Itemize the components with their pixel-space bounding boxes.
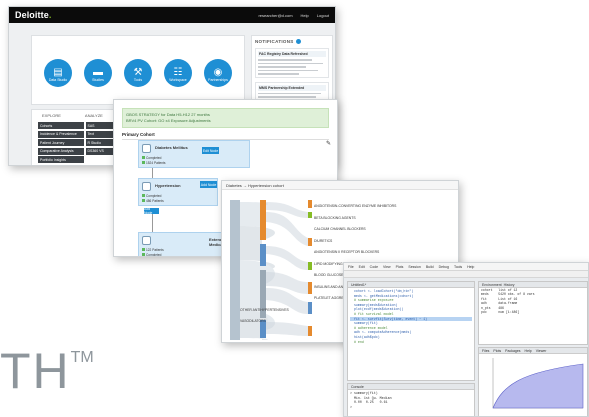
trademark-text: THTM	[0, 343, 94, 399]
ecdf-plot	[492, 358, 584, 409]
logout-link[interactable]: Logout	[317, 13, 329, 18]
tile-tools[interactable]: ⚒ Tools	[124, 58, 152, 87]
tile-workspace[interactable]: ☷ Workspace	[164, 58, 192, 87]
menu-debug[interactable]: Debug	[439, 265, 449, 269]
node-count: 1524 Patients	[142, 161, 166, 165]
tile-data-studio[interactable]: ▤ Data Studio	[44, 58, 72, 87]
sankey-header: Diabetes → Hypertension cohort	[222, 181, 458, 190]
ecdf-area	[492, 363, 584, 409]
edit-node-button[interactable]: Edit Node	[202, 147, 219, 154]
sankey-label: ANGIOTENSIN II RECEPTOR BLOCKERS	[314, 250, 380, 254]
tile-studies[interactable]: ▬ Studies	[84, 58, 112, 87]
sankey-source-node	[230, 200, 240, 340]
sankey-label: CALCIUM CHANNEL BLOCKERS	[314, 227, 366, 231]
menu-plots[interactable]: Plots	[396, 265, 404, 269]
node-icon	[142, 236, 151, 245]
menu-item[interactable]: Text	[85, 130, 116, 138]
wrench-icon: ⚒	[124, 58, 152, 87]
sankey-label: DIURETICS	[314, 238, 333, 243]
console-output[interactable]: > summary(fit) Min. 1st Qu. Median 0.00 …	[348, 390, 474, 410]
node-count: 486 Patients	[142, 199, 164, 203]
menu-session[interactable]: Session	[408, 265, 420, 269]
dashboard-topbar: Deloitte. researcher@d.com Help Logout	[9, 7, 335, 23]
menu-item[interactable]: DS360 VS	[85, 147, 116, 155]
cohort-node[interactable]: Diabetes Mellitus Completed 1524 Patient…	[138, 140, 250, 168]
menu-file[interactable]: File	[348, 265, 354, 269]
menu-view[interactable]: View	[383, 265, 391, 269]
globe-icon: ◉	[204, 58, 232, 87]
node-title: Diabetes Mellitus	[155, 145, 188, 150]
banner-line: BRV4 PV Cohort: GO x4 Exposure Adjustmen…	[126, 118, 211, 123]
source-pane: Untitled1* cohort <- loadCohort("dm_htn"…	[347, 281, 475, 381]
notifications-title: NOTIFICATIONS	[255, 39, 329, 44]
console-pane: Console > summary(fit) Min. 1st Qu. Medi…	[347, 383, 475, 416]
add-node-button[interactable]: Add Node	[200, 181, 217, 188]
node-status: Completed	[142, 156, 161, 160]
deloitte-logo[interactable]: Deloitte.	[15, 10, 51, 20]
tile-label: Tools	[133, 77, 143, 82]
explore-menu: Cohorts SAS Incidence & Prevalence Text …	[38, 122, 116, 163]
tab-analyze[interactable]: ANALYZE	[85, 113, 103, 118]
grid-icon: ☷	[164, 58, 192, 87]
node-icon	[142, 182, 151, 191]
menu-tools[interactable]: Tools	[454, 265, 462, 269]
tile-label: Workspace	[169, 77, 187, 82]
notification-card[interactable]: FAC Registry Data Refreshed	[255, 48, 329, 78]
database-icon: ▤	[44, 58, 72, 87]
trademark-symbol: TM	[70, 349, 94, 366]
section-title: Primary Cohort	[122, 132, 329, 140]
tile-label: Partnerships	[208, 77, 228, 82]
node-count: 122 Patients	[142, 248, 164, 252]
success-banner: GBOS STRATEGY for Data H5-H12 27 months …	[122, 108, 329, 128]
plots-pane: Files Plots Packages Help Viewer	[478, 347, 588, 416]
app-tiles: ▤ Data Studio ▬ Studies ⚒ Tools ☷ Worksp…	[31, 35, 245, 105]
tile-label: Data Studio	[48, 77, 68, 82]
tab-help[interactable]: Help	[525, 349, 532, 353]
tab-files[interactable]: Files	[482, 349, 489, 353]
help-link[interactable]: Help	[301, 13, 309, 18]
notification-heading: MMS Partnership Extended	[258, 84, 326, 91]
ide-menubar: File Edit Code View Plots Session Build …	[344, 263, 588, 271]
env-row[interactable]: pdc num [1:486]	[479, 310, 587, 314]
menu-item[interactable]: R Studio	[85, 139, 116, 146]
tab-explore[interactable]: EXPLORE	[42, 113, 61, 118]
menu-item[interactable]: Cohorts	[38, 122, 84, 129]
menu-item[interactable]: SAS	[85, 122, 116, 129]
node-status: Completed	[142, 194, 161, 198]
notification-heading: FAC Registry Data Refreshed	[258, 51, 326, 57]
tile-label: Studies	[92, 77, 104, 82]
menu-item[interactable]: Incidence & Prevalence	[38, 130, 84, 138]
top-links: researcher@d.com Help Logout	[258, 13, 329, 18]
ide-toolbar	[344, 271, 588, 278]
sankey-label: BETA BLOCKING AGENTS	[314, 215, 356, 220]
menu-edit[interactable]: Edit	[359, 265, 365, 269]
user-email-link[interactable]: researcher@d.com	[258, 13, 292, 18]
node-title: Hypertension	[155, 183, 181, 188]
screenshot-collage: Deloitte. researcher@d.com Help Logout ▤…	[0, 0, 589, 417]
tab-environment[interactable]: Environment	[482, 283, 502, 287]
menu-build[interactable]: Build	[426, 265, 434, 269]
menu-help[interactable]: Help	[467, 265, 474, 269]
tab-packages[interactable]: Packages	[505, 349, 520, 353]
pencil-icon[interactable]: ✎	[326, 140, 331, 147]
tab-history[interactable]: History	[504, 283, 515, 287]
menu-item[interactable]: Patient Journey	[38, 139, 84, 146]
menu-code[interactable]: Code	[370, 265, 378, 269]
tab-viewer[interactable]: Viewer	[536, 349, 547, 353]
code-editor[interactable]: cohort <- loadCohort("dm_htn") meds <- g…	[348, 288, 474, 345]
bell-icon[interactable]	[295, 39, 301, 44]
tab-plots[interactable]: Plots	[493, 349, 501, 353]
environment-pane: Environment History cohort list of 12 me…	[478, 281, 588, 345]
node-icon	[142, 144, 151, 153]
tile-partnerships[interactable]: ◉ Partnerships	[204, 58, 232, 87]
folder-icon: ▬	[84, 58, 112, 87]
node-status: Completed	[142, 253, 161, 256]
ide-window: File Edit Code View Plots Session Build …	[343, 262, 589, 417]
menu-item[interactable]: Portfolio Insights	[38, 156, 84, 163]
menu-item[interactable]: Comparative Analysis	[38, 147, 84, 155]
sankey-label: ANGIOTENSIN-CONVERTING ENZYME INHIBITORS	[314, 204, 397, 208]
